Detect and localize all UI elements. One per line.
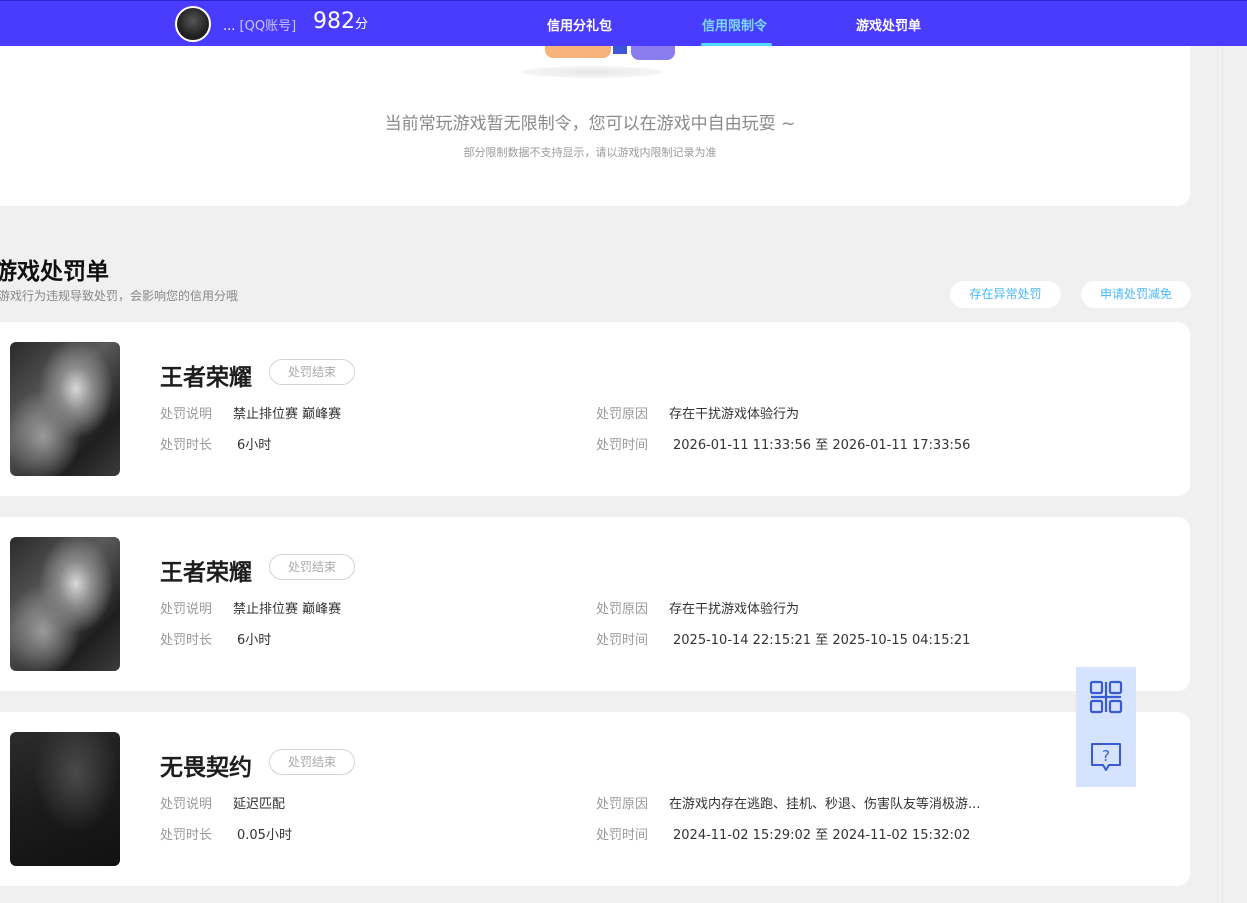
reason-value: 存在干扰游戏体验行为 xyxy=(669,602,800,617)
avatar[interactable] xyxy=(175,6,211,42)
penalty-card[interactable]: 王者荣耀 处罚结束 处罚说明 禁止排位赛 巅峰赛 处罚时长 6小时 处罚原因 存… xyxy=(0,517,1190,691)
tab-credit-restriction[interactable]: 信用限制令 xyxy=(702,15,767,34)
account-label: ... [QQ账号] xyxy=(223,15,296,34)
desc-value: 延迟匹配 xyxy=(233,797,286,812)
abnormal-penalty-button[interactable]: 存在异常处罚 xyxy=(950,281,1061,308)
floating-toolbar: ? xyxy=(1076,667,1136,787)
credit-score-value: 982 xyxy=(313,9,355,34)
empty-illustration-shadow xyxy=(522,66,662,78)
reason-value: 存在干扰游戏体验行为 xyxy=(669,407,800,422)
top-nav-bar: ... [QQ账号] 982分 信用分礼包 信用限制令 游戏处罚单 xyxy=(0,0,1247,46)
account-type: [QQ账号] xyxy=(239,19,297,34)
tab-game-penalty[interactable]: 游戏处罚单 xyxy=(856,15,921,34)
game-name: 王者荣耀 xyxy=(160,365,252,391)
reason-value: 在游戏内存在逃跑、挂机、秒退、伤害队友等消极游... xyxy=(669,797,981,812)
penalty-card[interactable]: 无畏契约 处罚结束 处罚说明 延迟匹配 处罚时长 0.05小时 处罚原因 在游戏… xyxy=(0,712,1190,886)
empty-state-message: 当前常玩游戏暂无限制令，您可以在游戏中自由玩耍 ~ xyxy=(384,114,796,134)
time-label: 处罚时间 xyxy=(596,438,649,453)
desc-label: 处罚说明 xyxy=(160,407,213,422)
reason-label: 处罚原因 xyxy=(596,797,649,812)
time-label: 处罚时间 xyxy=(596,633,649,648)
time-value: 2026-01-11 11:33:56 至 2026-01-11 17:33:5… xyxy=(673,438,971,453)
section-title: 游戏处罚单 xyxy=(0,259,109,285)
status-badge: 处罚结束 xyxy=(269,749,355,775)
duration-value: 6小时 xyxy=(237,633,272,648)
duration-label: 处罚时长 xyxy=(160,438,213,453)
duration-label: 处罚时长 xyxy=(160,828,213,843)
help-button[interactable]: ? xyxy=(1076,727,1136,787)
game-name: 王者荣耀 xyxy=(160,560,252,586)
duration-value: 0.05小时 xyxy=(237,828,292,843)
desc-label: 处罚说明 xyxy=(160,602,213,617)
time-value: 2024-11-02 15:29:02 至 2024-11-02 15:32:0… xyxy=(673,828,971,843)
qr-code-icon xyxy=(1089,680,1123,714)
status-badge: 处罚结束 xyxy=(269,554,355,580)
reason-label: 处罚原因 xyxy=(596,602,649,617)
game-thumbnail xyxy=(10,342,120,476)
game-name: 无畏契约 xyxy=(160,755,252,781)
time-value: 2025-10-14 22:15:21 至 2025-10-15 04:15:2… xyxy=(673,633,971,648)
penalty-card[interactable]: 王者荣耀 处罚结束 处罚说明 禁止排位赛 巅峰赛 处罚时长 6小时 处罚原因 存… xyxy=(0,322,1190,496)
duration-value: 6小时 xyxy=(237,438,272,453)
apply-reduction-button[interactable]: 申请处罚减免 xyxy=(1081,281,1191,308)
desc-label: 处罚说明 xyxy=(160,797,213,812)
tab-credit-gift[interactable]: 信用分礼包 xyxy=(547,15,612,34)
empty-illustration xyxy=(545,46,611,58)
time-label: 处罚时间 xyxy=(596,828,649,843)
desc-value: 禁止排位赛 巅峰赛 xyxy=(233,407,342,422)
section-description: 游戏行为违规导致处罚，会影响您的信用分哦 xyxy=(0,289,239,303)
help-chat-icon: ? xyxy=(1091,743,1121,771)
credit-score-unit: 分 xyxy=(355,17,369,32)
svg-text:?: ? xyxy=(1102,747,1110,765)
account-name: ... xyxy=(223,19,236,34)
status-badge: 处罚结束 xyxy=(269,359,355,385)
game-thumbnail xyxy=(10,732,120,866)
credit-score: 982分 xyxy=(313,9,368,34)
qr-code-button[interactable] xyxy=(1076,667,1136,727)
game-thumbnail xyxy=(10,537,120,671)
empty-illustration-block xyxy=(631,46,675,60)
duration-label: 处罚时长 xyxy=(160,633,213,648)
reason-label: 处罚原因 xyxy=(596,407,649,422)
empty-illustration-accent xyxy=(613,46,627,54)
empty-state-note: 部分限制数据不支持显示，请以游戏内限制记录为准 xyxy=(463,146,717,159)
desc-value: 禁止排位赛 巅峰赛 xyxy=(233,602,342,617)
page-right-gutter xyxy=(1222,46,1247,903)
